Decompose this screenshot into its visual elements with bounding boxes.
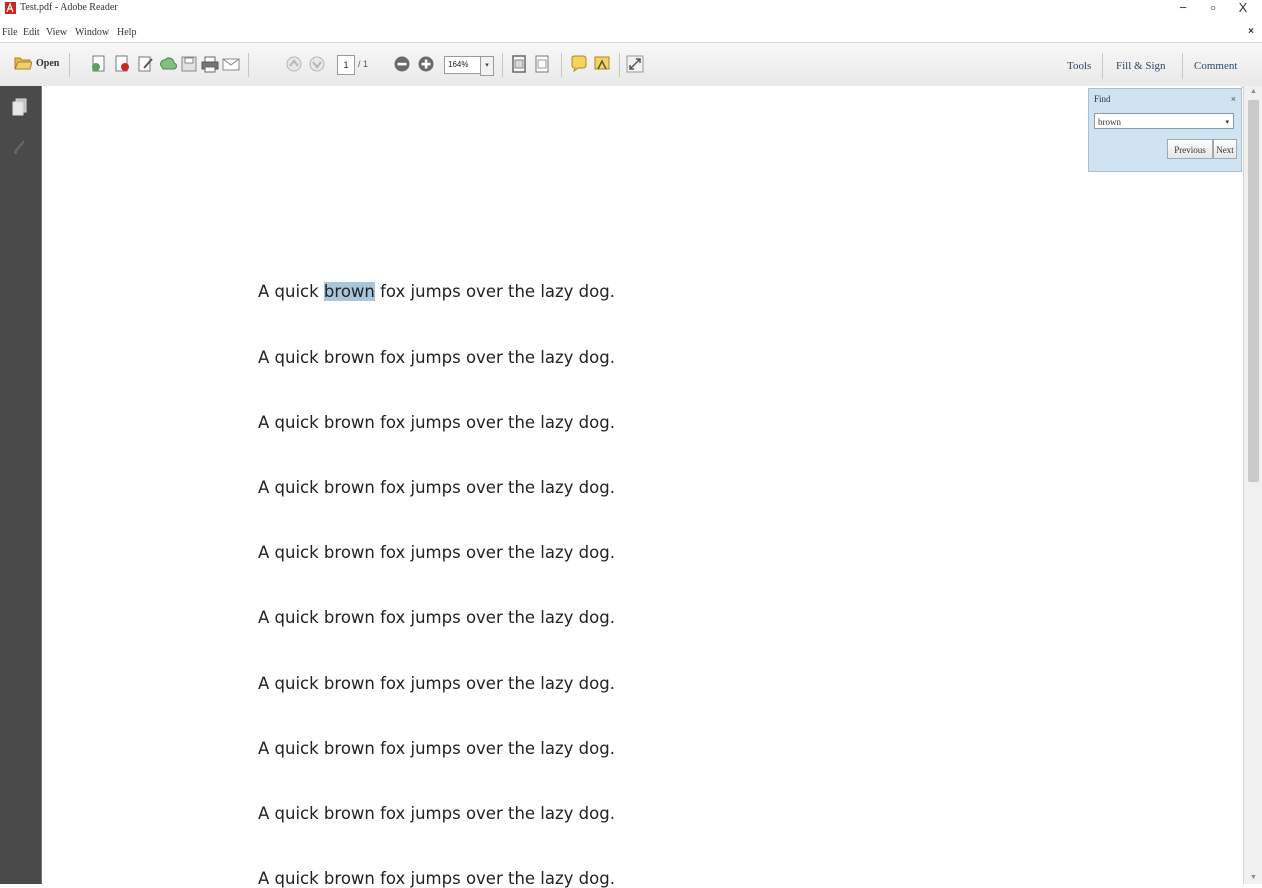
tab-tools[interactable]: Tools — [1061, 54, 1097, 78]
open-button[interactable]: Open — [36, 58, 59, 69]
next-page-icon[interactable] — [308, 55, 326, 73]
document-line: A quick brown fox jumps over the lazy do… — [258, 804, 615, 823]
document-line: A quick brown fox jumps over the lazy do… — [258, 869, 615, 888]
full-screen-icon[interactable] — [626, 55, 644, 73]
export-pdf-icon[interactable] — [113, 55, 131, 73]
find-close-button[interactable]: × — [1231, 94, 1236, 104]
zoom-in-icon[interactable] — [417, 55, 435, 73]
close-button[interactable]: X — [1232, 0, 1254, 17]
title-bar: Test.pdf - Adobe Reader − ▫ X — [0, 0, 1262, 16]
cloud-upload-icon[interactable] — [159, 55, 177, 73]
window-title: Test.pdf - Adobe Reader — [20, 2, 118, 13]
tab-fill-sign[interactable]: Fill & Sign — [1110, 54, 1172, 78]
vertical-scrollbar[interactable]: ▲ ▼ — [1243, 86, 1262, 884]
page-number-input[interactable]: 1 — [337, 55, 355, 75]
find-panel: Find × brown ▾ Previous Next — [1088, 88, 1242, 172]
menu-bar: File Edit View Window Help × — [0, 16, 1262, 42]
maximize-button[interactable]: ▫ — [1202, 0, 1224, 17]
scroll-thumb[interactable] — [1248, 100, 1259, 482]
toolbar-separator — [619, 53, 620, 77]
document-line: A quick brown fox jumps over the lazy do… — [258, 543, 615, 562]
document-line: A quick brown fox jumps over the lazy do… — [258, 413, 615, 432]
document-line: A quick brown fox jumps over the lazy do… — [258, 608, 615, 627]
adobe-reader-icon — [5, 2, 16, 14]
menu-file[interactable]: File — [2, 27, 18, 38]
find-title: Find — [1094, 94, 1111, 104]
zoom-out-icon[interactable] — [393, 55, 411, 73]
fit-page-icon[interactable] — [533, 55, 551, 73]
toolbar-separator — [248, 53, 249, 77]
scroll-up-button[interactable]: ▲ — [1244, 86, 1262, 98]
menu-window[interactable]: Window — [75, 27, 109, 38]
open-folder-icon[interactable] — [14, 56, 32, 70]
document-line: A quick brown fox jumps over the lazy do… — [258, 478, 615, 497]
search-highlight: brown — [323, 282, 375, 301]
toolbar-separator — [502, 53, 503, 77]
email-icon[interactable] — [222, 55, 240, 73]
tab-comment[interactable]: Comment — [1188, 54, 1243, 78]
minimize-button[interactable]: − — [1172, 0, 1194, 17]
document-line: A quick brown fox jumps over the lazy do… — [258, 739, 615, 758]
save-icon[interactable] — [180, 55, 198, 73]
menu-help[interactable]: Help — [117, 27, 136, 38]
zoom-dropdown-button[interactable]: ▾ — [480, 56, 494, 76]
find-dropdown-icon[interactable]: ▾ — [1225, 114, 1229, 130]
text-before: A quick — [258, 282, 324, 301]
toolbar-separator — [1182, 53, 1183, 79]
toolbar: Open 1 / 1 164% ▾ Tools Fill & Sign Comm… — [0, 42, 1262, 88]
print-icon[interactable] — [201, 55, 219, 73]
signatures-icon[interactable] — [11, 136, 29, 156]
document-line: A quick brown fox jumps over the lazy do… — [258, 674, 615, 693]
menu-edit[interactable]: Edit — [23, 27, 40, 38]
document-view[interactable]: A quick brown fox jumps over the lazy do… — [41, 86, 1242, 888]
document-line: A quick brown fox jumps over the lazy do… — [258, 348, 615, 367]
find-previous-button[interactable]: Previous — [1167, 139, 1213, 159]
toolbar-separator — [69, 53, 70, 77]
create-pdf-icon[interactable] — [90, 55, 108, 73]
find-query: brown — [1098, 117, 1121, 127]
highlight-text-icon[interactable] — [593, 55, 611, 73]
scroll-mode-icon[interactable] — [510, 55, 528, 73]
edit-pdf-icon[interactable] — [137, 55, 155, 73]
toolbar-separator — [1102, 53, 1103, 79]
find-next-button[interactable]: Next — [1213, 139, 1237, 159]
scroll-down-button[interactable]: ▼ — [1244, 872, 1262, 884]
previous-page-icon[interactable] — [285, 55, 303, 73]
text-after: fox jumps over the lazy dog. — [374, 282, 615, 301]
sticky-note-icon[interactable] — [570, 55, 588, 73]
toolbar-separator — [561, 53, 562, 77]
menu-view[interactable]: View — [46, 27, 67, 38]
navigation-pane — [0, 86, 41, 884]
document-close-button[interactable]: × — [1248, 26, 1254, 37]
page-total: / 1 — [358, 59, 369, 69]
find-input[interactable]: brown ▾ — [1094, 113, 1234, 129]
page-thumbnails-icon[interactable] — [11, 98, 29, 118]
document-line-1: A quick brown fox jumps over the lazy do… — [258, 282, 615, 301]
